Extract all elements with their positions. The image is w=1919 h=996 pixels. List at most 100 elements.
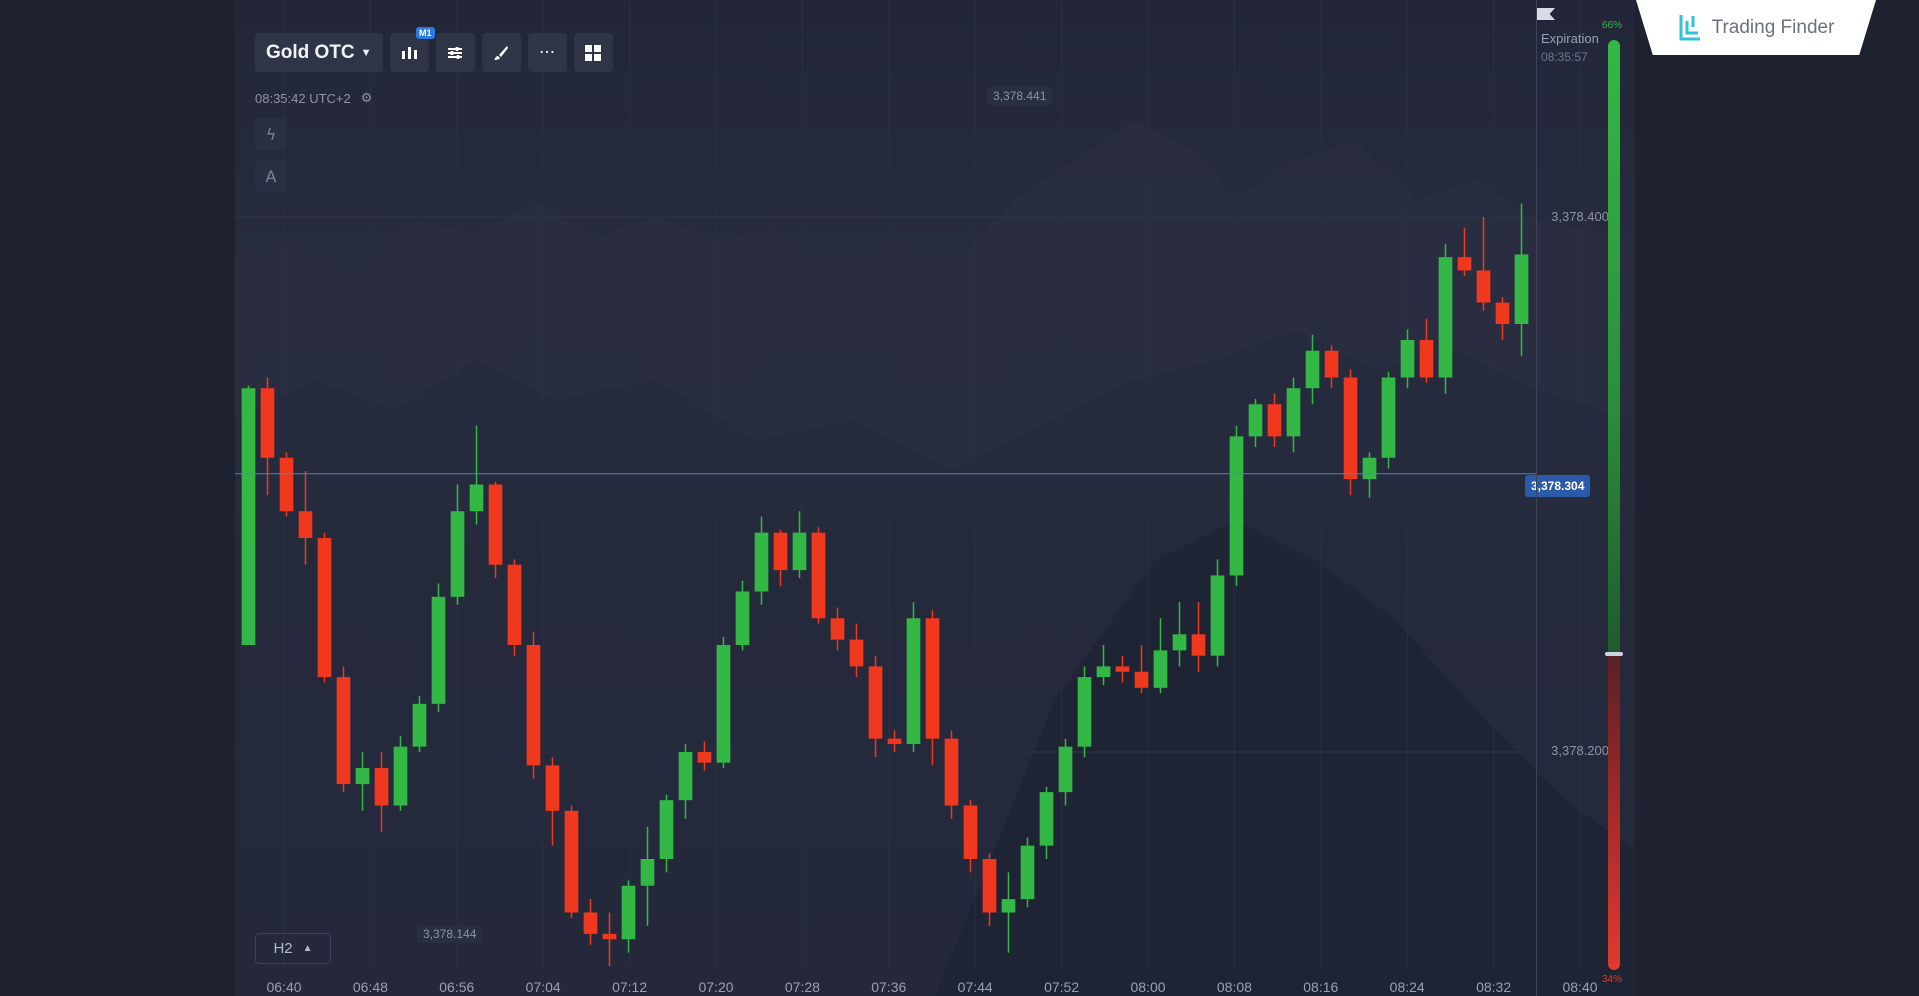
expiration-label: Expiration xyxy=(1541,31,1599,46)
candle-body xyxy=(1172,634,1187,651)
candle-body xyxy=(1020,845,1035,900)
chart-toolbar: Gold OTC ▼ M1 ··· xyxy=(255,27,613,72)
layout-grid-icon xyxy=(585,44,602,61)
candle-body xyxy=(1039,792,1054,846)
down-percentage: 34% xyxy=(1602,974,1623,985)
chart-area[interactable]: Gold OTC ▼ M1 ··· 08:35:42 UTC+2 ⚙ ϟ A 3… xyxy=(235,0,1635,996)
candle-body xyxy=(906,618,921,744)
chevron-down-icon: ▼ xyxy=(360,46,372,59)
time-axis-label: 07:28 xyxy=(784,979,820,995)
text-tool-label: A xyxy=(265,166,277,186)
candle-body xyxy=(773,532,788,571)
chevron-up-icon: ▲ xyxy=(302,943,313,954)
candle-body xyxy=(488,484,503,565)
candle-body xyxy=(374,768,389,806)
candle-body xyxy=(1381,377,1396,458)
brand-name: Trading Finder xyxy=(1711,16,1835,38)
candle-body xyxy=(1096,666,1111,678)
time-axis-label: 07:52 xyxy=(1044,979,1080,995)
candle-body xyxy=(393,746,408,806)
candle-body xyxy=(507,564,522,645)
time-axis-label: 08:40 xyxy=(1562,979,1598,995)
candle-body xyxy=(1457,257,1472,271)
time-axis-label: 07:36 xyxy=(871,979,907,995)
more-button[interactable]: ··· xyxy=(527,33,567,72)
meter-divider xyxy=(1605,652,1623,656)
time-axis-label: 08:24 xyxy=(1389,979,1425,995)
candle-body xyxy=(1267,404,1282,437)
trading-finder-logo-icon xyxy=(1679,14,1700,40)
meter-down-fill xyxy=(1608,654,1620,970)
candle-body xyxy=(298,511,313,538)
candle-body xyxy=(716,645,731,763)
candle-body xyxy=(336,677,351,785)
current-price-badge: 3,378.304 xyxy=(1525,475,1591,497)
candle-body xyxy=(602,933,617,940)
candle-body xyxy=(1058,746,1073,793)
candle-body xyxy=(1400,340,1415,378)
gear-icon[interactable]: ⚙ xyxy=(361,90,373,106)
drawing-brush-icon xyxy=(494,45,509,60)
quick-trade-button[interactable]: ϟ xyxy=(255,118,287,150)
indicators-button[interactable] xyxy=(435,33,475,72)
layout-button[interactable] xyxy=(573,33,613,72)
expiration-time: 08:35:57 xyxy=(1541,50,1588,64)
time-axis-label: 06:40 xyxy=(266,979,302,995)
candle-body xyxy=(1248,404,1263,437)
candle-body xyxy=(735,591,750,645)
chart-type-button[interactable]: M1 xyxy=(389,27,435,72)
candle-body xyxy=(1476,270,1491,303)
time-axis-label: 07:44 xyxy=(957,979,993,995)
candle-body xyxy=(1362,457,1377,480)
time-axis-label: 07:20 xyxy=(698,979,734,995)
candle-body xyxy=(469,484,484,512)
candle-body xyxy=(868,666,883,739)
candle-body xyxy=(450,511,465,597)
candle-body xyxy=(1324,350,1339,378)
candle-body xyxy=(545,765,560,811)
candle-body xyxy=(849,639,864,667)
candle-body xyxy=(1343,377,1358,480)
up-percentage: 66% xyxy=(1602,20,1623,31)
time-axis-label: 08:16 xyxy=(1303,979,1339,995)
candle-body xyxy=(583,912,598,934)
candle-body xyxy=(526,645,541,766)
candle-body xyxy=(1191,634,1206,656)
candle-body xyxy=(811,532,826,619)
asset-selector-button[interactable]: Gold OTC ▼ xyxy=(255,33,383,72)
candle-body xyxy=(1229,436,1244,576)
candle-body xyxy=(1286,388,1301,437)
candle-body xyxy=(279,457,294,512)
expiration-line xyxy=(1536,0,1537,996)
candle-body xyxy=(564,810,579,913)
drawing-button[interactable] xyxy=(481,33,521,72)
more-dots-icon: ··· xyxy=(538,42,556,63)
lightning-icon: ϟ xyxy=(265,124,277,144)
indicators-icon xyxy=(448,46,463,59)
candle-body xyxy=(963,805,978,859)
meter-up-fill xyxy=(1608,40,1620,654)
candle-body xyxy=(1077,677,1092,747)
candle-body xyxy=(1305,350,1320,389)
expiration-info: Expiration 08:35:57 xyxy=(1541,30,1599,66)
candlestick-chart[interactable] xyxy=(235,0,1635,996)
sentiment-meter xyxy=(1605,40,1623,970)
time-axis-label: 06:56 xyxy=(439,979,475,995)
timeframe-selector-button[interactable]: H2 ▲ xyxy=(255,933,331,964)
candle-body xyxy=(1419,340,1434,378)
candle-body xyxy=(678,752,693,801)
candle-body xyxy=(1438,257,1453,378)
chart-type-icon xyxy=(402,46,418,59)
timeframe-label: H2 xyxy=(273,940,293,957)
text-tool-button[interactable]: A xyxy=(255,160,287,192)
price-axis-label: 3,378.200 xyxy=(1551,743,1609,758)
candle-body xyxy=(982,859,997,913)
candle-body xyxy=(640,859,655,886)
candle-body xyxy=(260,388,275,458)
high-price-annotation: 3,378.441 xyxy=(987,87,1053,105)
candle-body xyxy=(792,532,807,571)
candle-body xyxy=(944,738,959,806)
brand-logo: Trading Finder xyxy=(1636,0,1876,55)
candle-body xyxy=(754,532,769,592)
candle-body xyxy=(1495,302,1510,324)
